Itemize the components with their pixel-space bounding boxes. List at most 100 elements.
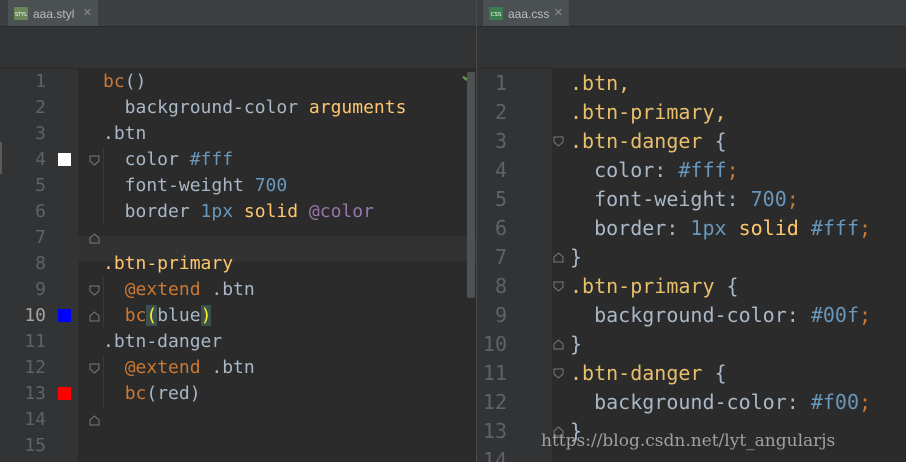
code-token: @extend bbox=[124, 357, 201, 378]
indent-guide bbox=[103, 277, 104, 329]
code-token: bc bbox=[124, 305, 147, 326]
line-number: 8 bbox=[35, 253, 46, 274]
code-token: 700 bbox=[750, 187, 787, 211]
css-file-icon: CSS bbox=[489, 7, 503, 21]
fold-open-icon[interactable] bbox=[553, 281, 564, 292]
code-line: .btn-danger { bbox=[570, 127, 727, 156]
line-number: 9 bbox=[494, 303, 507, 327]
close-icon[interactable]: ✕ bbox=[83, 0, 92, 26]
code-line: border 1px solid @color bbox=[103, 199, 374, 225]
line-number: 13 bbox=[24, 383, 46, 404]
code-token: bc bbox=[103, 71, 125, 92]
right-toolbar-strip bbox=[477, 27, 906, 68]
code-token: border bbox=[570, 216, 667, 240]
line-number: 7 bbox=[35, 227, 46, 248]
code-token: .btn bbox=[103, 123, 147, 144]
color-swatch[interactable] bbox=[58, 387, 71, 400]
fold-open-icon[interactable] bbox=[553, 136, 564, 147]
pane-edge-marker bbox=[0, 142, 2, 174]
line-number: 4 bbox=[35, 149, 46, 170]
code-token: solid bbox=[726, 216, 811, 240]
line-number: 9 bbox=[35, 279, 46, 300]
code-token: ) bbox=[200, 305, 212, 326]
code-token: background-color bbox=[103, 97, 309, 118]
code-token: .btn-primary, bbox=[570, 100, 727, 124]
left-toolbar-strip bbox=[0, 27, 476, 68]
code-line: background-color arguments bbox=[103, 95, 407, 121]
code-token: solid bbox=[233, 201, 309, 222]
right-tab-bar: CSS aaa.css ✕ bbox=[477, 0, 906, 27]
code-line: bc(red) bbox=[103, 381, 201, 407]
code-token: color bbox=[570, 158, 655, 182]
fold-close-icon[interactable] bbox=[553, 339, 564, 350]
line-number: 5 bbox=[35, 175, 46, 196]
code-token: : bbox=[786, 303, 811, 327]
close-icon[interactable]: ✕ bbox=[554, 0, 563, 26]
vertical-scrollbar[interactable] bbox=[467, 72, 475, 298]
tab-aaa-css[interactable]: CSS aaa.css ✕ bbox=[483, 0, 569, 26]
code-token: : bbox=[726, 187, 751, 211]
color-swatch[interactable] bbox=[58, 153, 71, 166]
code-line: .btn-primary { bbox=[570, 272, 739, 301]
code-token: { bbox=[714, 274, 739, 298]
code-token: 700 bbox=[254, 175, 288, 196]
code-token: arguments bbox=[308, 97, 407, 118]
code-token: { bbox=[702, 129, 727, 153]
code-token: .btn-primary bbox=[103, 253, 234, 274]
code-token: blue bbox=[157, 305, 201, 326]
fold-open-icon[interactable] bbox=[89, 155, 100, 166]
fold-open-icon[interactable] bbox=[89, 363, 100, 374]
tab-aaa-styl[interactable]: STYL aaa.styl ✕ bbox=[8, 0, 98, 26]
code-token: 1px bbox=[200, 201, 234, 222]
code-line: .btn-primary, bbox=[570, 98, 727, 127]
stylus-file-icon-text: STYL bbox=[15, 12, 27, 18]
fold-close-icon[interactable] bbox=[89, 415, 100, 426]
fold-close-icon[interactable] bbox=[89, 233, 100, 244]
code-line: font-weight 700 bbox=[103, 173, 288, 199]
stylus-file-icon: STYL bbox=[14, 7, 28, 21]
fold-close-icon[interactable] bbox=[553, 252, 564, 263]
code-token: : bbox=[654, 158, 679, 182]
fold-open-icon[interactable] bbox=[553, 368, 564, 379]
code-token: font-weight bbox=[103, 175, 255, 196]
code-token: #f00 bbox=[810, 390, 860, 414]
line-number: 15 bbox=[24, 435, 46, 456]
line-number: 8 bbox=[494, 274, 507, 298]
code-token: .btn bbox=[200, 357, 255, 378]
fold-close-icon[interactable] bbox=[89, 311, 100, 322]
line-number: 12 bbox=[482, 390, 507, 414]
fold-open-icon[interactable] bbox=[89, 285, 100, 296]
code-token: .btn bbox=[200, 279, 255, 300]
line-number: 10 bbox=[482, 332, 507, 356]
indent-guide bbox=[103, 355, 104, 407]
line-number: 11 bbox=[482, 361, 507, 385]
code-line: .btn-primary bbox=[103, 251, 233, 277]
code-token: #00f bbox=[810, 303, 860, 327]
code-token: 1px bbox=[690, 216, 727, 240]
line-number: 12 bbox=[24, 357, 46, 378]
line-number: 14 bbox=[24, 409, 46, 430]
code-token: border bbox=[103, 201, 201, 222]
color-swatch[interactable] bbox=[58, 309, 71, 322]
css-file-icon-text: CSS bbox=[491, 12, 502, 18]
line-number: 4 bbox=[494, 158, 507, 182]
line-number: 5 bbox=[494, 187, 507, 211]
right-editor-pane: CSS aaa.css ✕ 1 .btn, 2 .btn-primary, 3 .btn-… bbox=[477, 0, 906, 462]
code-token: #fff bbox=[678, 158, 727, 182]
line-number: 1 bbox=[494, 71, 507, 95]
line-number: 10 bbox=[24, 305, 46, 326]
code-token: #fff bbox=[189, 149, 234, 170]
code-line: color: #fff; bbox=[570, 156, 739, 185]
code-token: (red) bbox=[146, 383, 201, 404]
code-line: background-color: #f00; bbox=[570, 388, 871, 417]
code-token: ; bbox=[859, 216, 872, 240]
line-number: 6 bbox=[35, 201, 46, 222]
left-editor-pane: STYL aaa.styl ✕ 1 bc() 2 background-color … bbox=[0, 0, 476, 462]
code-token: .btn-danger bbox=[570, 361, 703, 385]
code-token: color bbox=[103, 149, 190, 170]
code-line: background-color: #00f; bbox=[570, 301, 871, 330]
line-number: 2 bbox=[35, 97, 46, 118]
code-line: } bbox=[570, 330, 582, 359]
